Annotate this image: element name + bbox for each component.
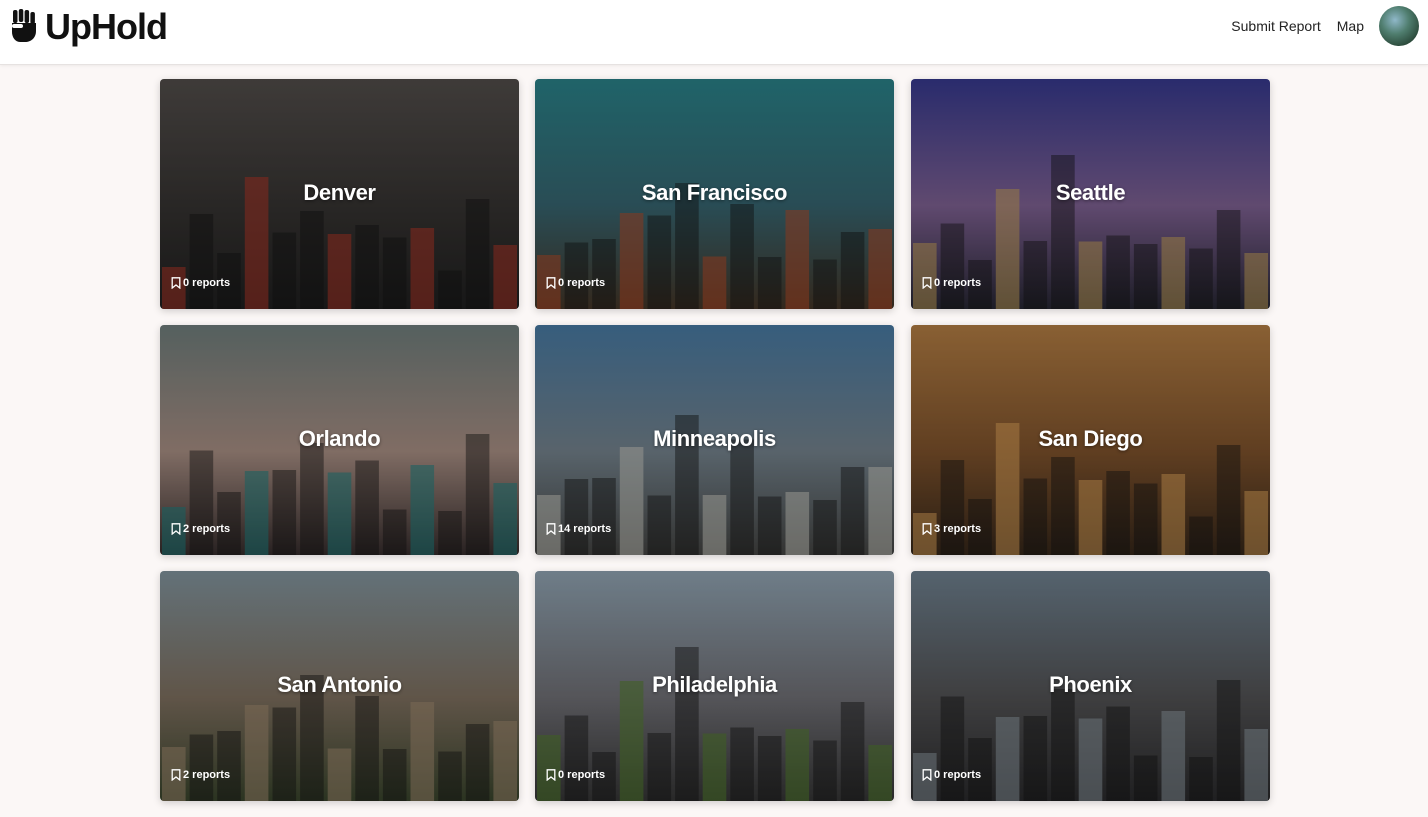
report-count-label: 0 reports (558, 277, 606, 289)
bookmark-icon (546, 277, 556, 289)
bookmark-icon (171, 523, 181, 535)
report-count: 0 reports (546, 769, 605, 781)
report-count: 2 reports (171, 769, 230, 781)
city-name: Denver (303, 180, 376, 205)
report-count: 14 reports (546, 523, 611, 535)
report-count-label: 0 reports (183, 277, 231, 289)
report-count-label: 14 reports (558, 523, 612, 535)
city-card[interactable]: Phoenix 0 reports (911, 571, 1270, 801)
bookmark-icon (922, 277, 932, 289)
raised-fist-icon (12, 9, 36, 42)
submit-report-link[interactable]: Submit Report (1231, 17, 1320, 35)
city-name: Orlando (298, 426, 381, 451)
city-card[interactable]: Seattle 0 reports (911, 79, 1270, 309)
city-name: Minneapolis (653, 426, 776, 451)
report-count: 0 reports (922, 769, 981, 781)
report-count-label: 0 reports (558, 769, 606, 781)
city-card[interactable]: Philadelphia 0 reports (535, 571, 894, 801)
brand-logo[interactable]: UpHold (10, 6, 168, 47)
city-card[interactable]: San Diego 3 reports (911, 325, 1270, 555)
city-name: Seattle (1055, 180, 1126, 205)
report-count-label: 2 reports (183, 523, 231, 535)
user-avatar[interactable] (1379, 6, 1419, 46)
city-name: Phoenix (1049, 672, 1132, 697)
report-count: 0 reports (922, 277, 981, 289)
city-name: San Antonio (277, 672, 402, 697)
nav-links: Submit Report Map (1231, 17, 1364, 35)
report-count: 3 reports (922, 523, 981, 535)
city-card[interactable]: San Francisco 0 reports (535, 79, 894, 309)
city-name: San Diego (1038, 426, 1143, 451)
city-name: Philadelphia (652, 672, 777, 697)
city-name: San Francisco (641, 180, 788, 205)
bookmark-icon (546, 769, 556, 781)
bookmark-icon (922, 523, 932, 535)
report-count: 2 reports (171, 523, 230, 535)
bookmark-icon (922, 769, 932, 781)
bookmark-icon (546, 523, 556, 535)
brand-name: UpHold (45, 6, 168, 47)
report-count: 0 reports (171, 277, 230, 289)
city-card[interactable]: San Antonio 2 reports (160, 571, 519, 801)
report-count-label: 3 reports (934, 523, 982, 535)
city-card[interactable]: Denver 0 reports (160, 79, 519, 309)
report-count-label: 0 reports (934, 769, 982, 781)
top-navbar: UpHold Submit Report Map (0, 0, 1428, 65)
city-card[interactable]: Orlando 2 reports (160, 325, 519, 555)
bookmark-icon (171, 277, 181, 289)
bookmark-icon (171, 769, 181, 781)
report-count: 0 reports (546, 277, 605, 289)
city-card[interactable]: Minneapolis 14 reports (535, 325, 894, 555)
report-count-label: 0 reports (934, 277, 982, 289)
map-link[interactable]: Map (1337, 17, 1364, 35)
report-count-label: 2 reports (183, 769, 231, 781)
